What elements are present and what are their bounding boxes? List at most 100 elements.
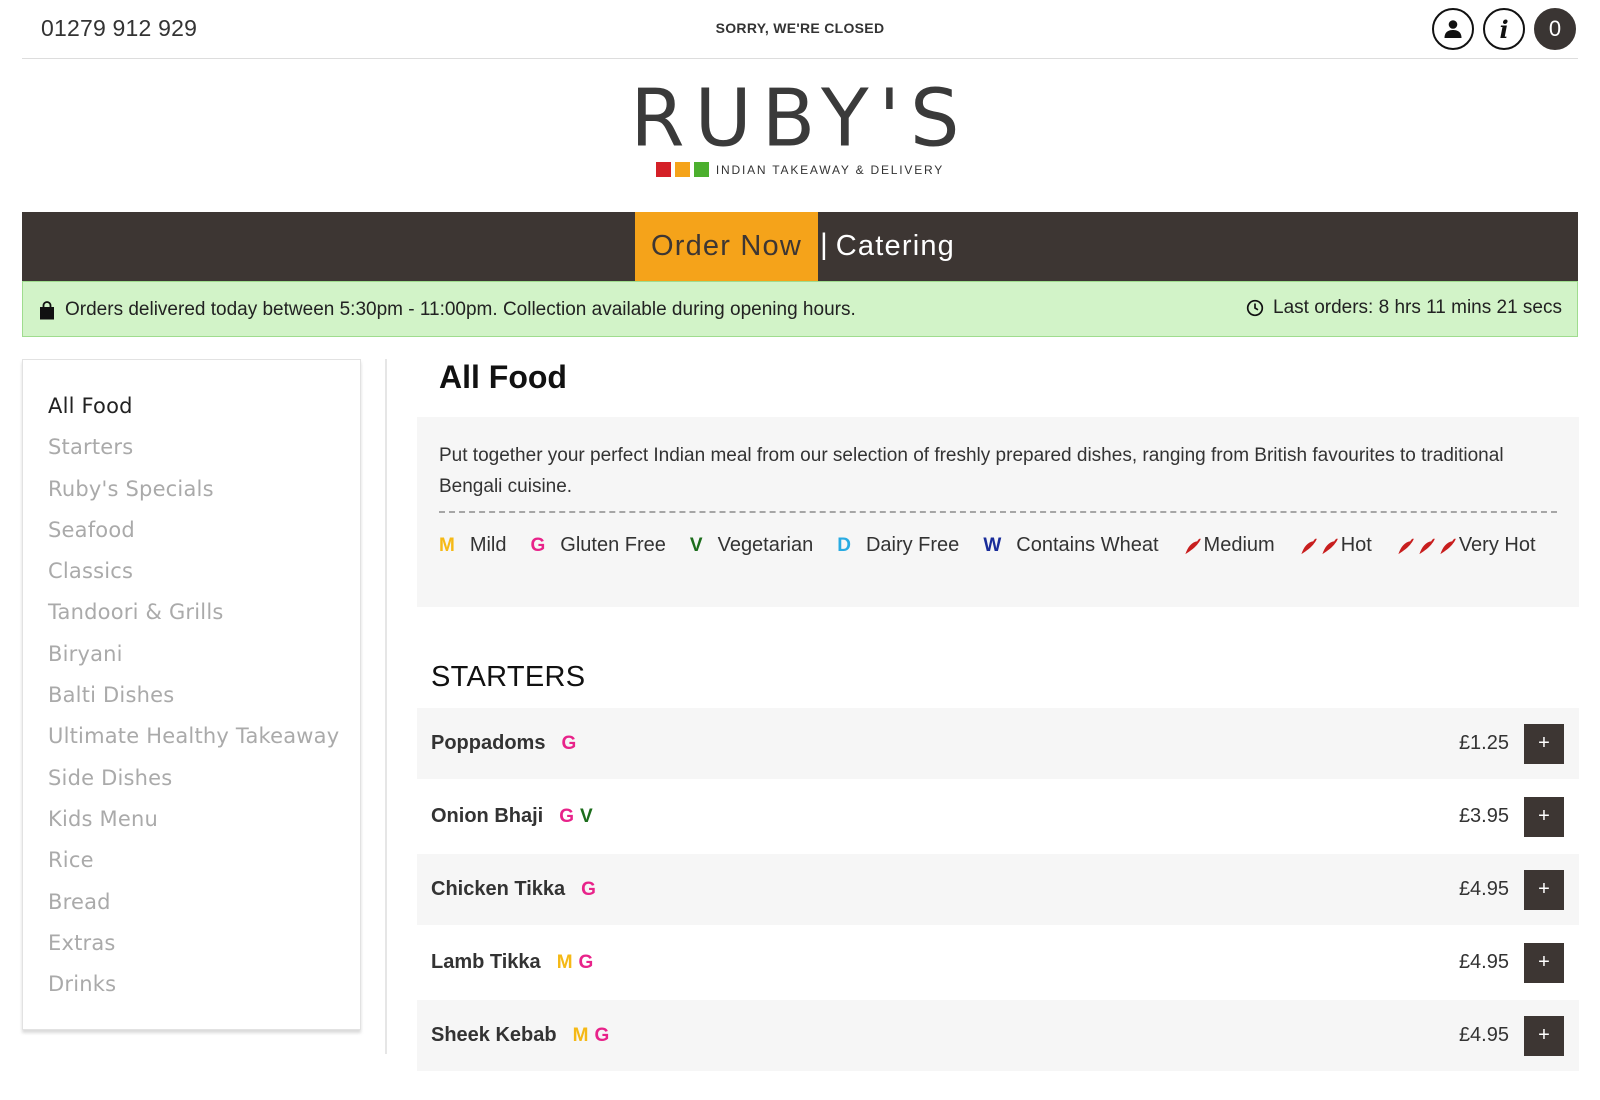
- chili-icon: [1419, 537, 1435, 554]
- nav-catering[interactable]: Catering: [836, 212, 965, 281]
- sidebar-item-seafood[interactable]: Seafood: [23, 510, 360, 551]
- legend-dairy-free: D Dairy Free: [837, 534, 959, 557]
- chili-icon: [1440, 537, 1456, 554]
- info-button[interactable]: i: [1483, 8, 1525, 50]
- user-icon: [1444, 20, 1462, 38]
- chili-icon: [1301, 537, 1317, 554]
- legend-hot: Hot: [1299, 534, 1372, 557]
- legend-contains-wheat-label: Contains Wheat: [1016, 534, 1159, 556]
- sidebar-item-extras[interactable]: Extras: [23, 923, 360, 964]
- tag-gluten-free: G: [578, 952, 594, 973]
- top-icons: i 0: [1432, 8, 1576, 50]
- item-name: Chicken Tikka: [431, 878, 566, 900]
- tag-mild: M: [556, 952, 573, 973]
- legend-hot-label: Hot: [1340, 534, 1372, 556]
- add-to-basket-button[interactable]: +: [1524, 796, 1564, 837]
- item-name-wrap: Onion Bhaji G V: [431, 805, 599, 828]
- sidebar-item-rice[interactable]: Rice: [23, 840, 360, 881]
- add-to-basket-button[interactable]: +: [1524, 723, 1564, 764]
- nav-separator: |: [819, 227, 828, 261]
- item-name: Sheek Kebab: [431, 1024, 557, 1046]
- section-title-starters: STARTERS: [431, 661, 586, 693]
- sidebar-item-drinks[interactable]: Drinks: [23, 964, 360, 1005]
- legend-gluten-free-key: G: [530, 534, 546, 556]
- delivery-info: Orders delivered today between 5:30pm - …: [39, 299, 856, 321]
- tag-gluten-free: G: [581, 879, 596, 900]
- sidebar-item-kids-menu[interactable]: Kids Menu: [23, 799, 360, 840]
- add-to-basket-button[interactable]: +: [1524, 942, 1564, 983]
- sidebar-item-classics[interactable]: Classics: [23, 551, 360, 592]
- legend-vegetarian: V Vegetarian: [690, 534, 813, 557]
- logo[interactable]: RUBY'S INDIAN TAKEAWAY & DELIVERY: [0, 73, 1600, 177]
- dietary-legend: M Mild G Gluten Free V Vegetarian D Dair…: [439, 534, 1560, 557]
- dashed-divider: [439, 511, 1557, 513]
- menu-item: Poppadoms G £1.25 +: [417, 708, 1579, 779]
- legend-contains-wheat-key: W: [983, 534, 1002, 556]
- chili-icon: [1398, 537, 1414, 554]
- last-orders-text: Last orders: 8 hrs 11 mins 21 secs: [1273, 297, 1562, 318]
- legend-medium-label: Medium: [1203, 534, 1275, 556]
- sidebar-item-biryani[interactable]: Biryani: [23, 634, 360, 675]
- sidebar-item-bread[interactable]: Bread: [23, 882, 360, 923]
- legend-mild-label: Mild: [469, 534, 507, 556]
- sidebar-item-starters[interactable]: Starters: [23, 427, 360, 468]
- legend-gluten-free: G Gluten Free: [531, 534, 666, 557]
- store-status: SORRY, WE'RE CLOSED: [715, 20, 885, 36]
- tag-mild: M: [572, 1025, 589, 1046]
- tag-gluten-free: G: [594, 1025, 610, 1046]
- legend-mild-key: M: [439, 534, 455, 556]
- sidebar-item-balti-dishes[interactable]: Balti Dishes: [23, 675, 360, 716]
- item-name: Lamb Tikka: [431, 951, 541, 973]
- legend-very-hot: Very Hot: [1396, 534, 1536, 557]
- legend-dairy-free-key: D: [837, 534, 851, 556]
- sidebar-item-ultimate-healthy-takeaway[interactable]: Ultimate Healthy Takeaway: [23, 716, 360, 757]
- info-icon: i: [1499, 14, 1509, 44]
- sidebar-item-all-food[interactable]: All Food: [23, 386, 360, 427]
- item-name-wrap: Chicken Tikka G: [431, 878, 602, 901]
- item-price: £4.95: [1458, 1024, 1509, 1046]
- item-price: £3.95: [1458, 805, 1509, 827]
- item-name-wrap: Lamb Tikka M G: [431, 951, 599, 974]
- item-name-wrap: Sheek Kebab M G: [431, 1024, 615, 1047]
- sidebar-item-tandoori-grills[interactable]: Tandoori & Grills: [23, 592, 360, 633]
- item-tags: MG: [573, 1025, 616, 1046]
- cart-button[interactable]: 0: [1534, 8, 1576, 50]
- menu-item: Onion Bhaji G V £3.95 +: [417, 781, 1579, 852]
- sidebar-item-rubys-specials[interactable]: Ruby's Specials: [23, 469, 360, 510]
- menu-item: Lamb Tikka M G £4.95 +: [417, 927, 1579, 998]
- nav-order-now[interactable]: Order Now: [634, 212, 818, 281]
- legend-mild: M Mild: [439, 534, 507, 557]
- legend-dairy-free-label: Dairy Free: [865, 534, 960, 556]
- item-tags: G: [561, 733, 582, 754]
- legend-vegetarian-label: Vegetarian: [717, 534, 814, 556]
- item-tags: GV: [559, 806, 598, 827]
- item-price: £1.25: [1458, 732, 1509, 754]
- clock-icon: [1246, 299, 1264, 317]
- intro-text: Put together your perfect Indian meal fr…: [439, 445, 1504, 497]
- chili-icon: [1322, 537, 1338, 554]
- add-to-basket-button[interactable]: +: [1524, 869, 1564, 910]
- item-price: £4.95: [1458, 951, 1509, 973]
- sidebar-item-side-dishes[interactable]: Side Dishes: [23, 758, 360, 799]
- menu-intro: Put together your perfect Indian meal fr…: [417, 417, 1579, 607]
- tag-gluten-free: G: [561, 733, 577, 754]
- page-title: All Food: [439, 359, 567, 395]
- top-bar: 01279 912 929 SORRY, WE'RE CLOSED i 0: [22, 0, 1578, 59]
- account-button[interactable]: [1432, 8, 1474, 50]
- item-price: £4.95: [1458, 878, 1509, 900]
- legend-contains-wheat: W Contains Wheat: [983, 534, 1158, 557]
- menu-item: Sheek Kebab M G £4.95 +: [417, 1000, 1579, 1071]
- column-divider: [385, 359, 387, 1054]
- item-tags: G: [581, 879, 602, 900]
- item-name: Onion Bhaji: [431, 805, 544, 827]
- cart-count: 0: [1548, 16, 1562, 41]
- chili-icon: [1184, 537, 1201, 554]
- main-nav: Order Now | Catering: [22, 212, 1578, 281]
- legend-gluten-free-label: Gluten Free: [560, 534, 666, 556]
- tag-vegetarian: V: [580, 806, 593, 827]
- legend-medium: Medium: [1183, 534, 1275, 557]
- last-orders-info: Last orders: 8 hrs 11 mins 21 secs: [1246, 297, 1562, 319]
- add-to-basket-button[interactable]: +: [1524, 1015, 1564, 1056]
- logo-wordmark: RUBY'S: [630, 73, 970, 165]
- delivery-text: Orders delivered today between 5:30pm - …: [65, 299, 856, 320]
